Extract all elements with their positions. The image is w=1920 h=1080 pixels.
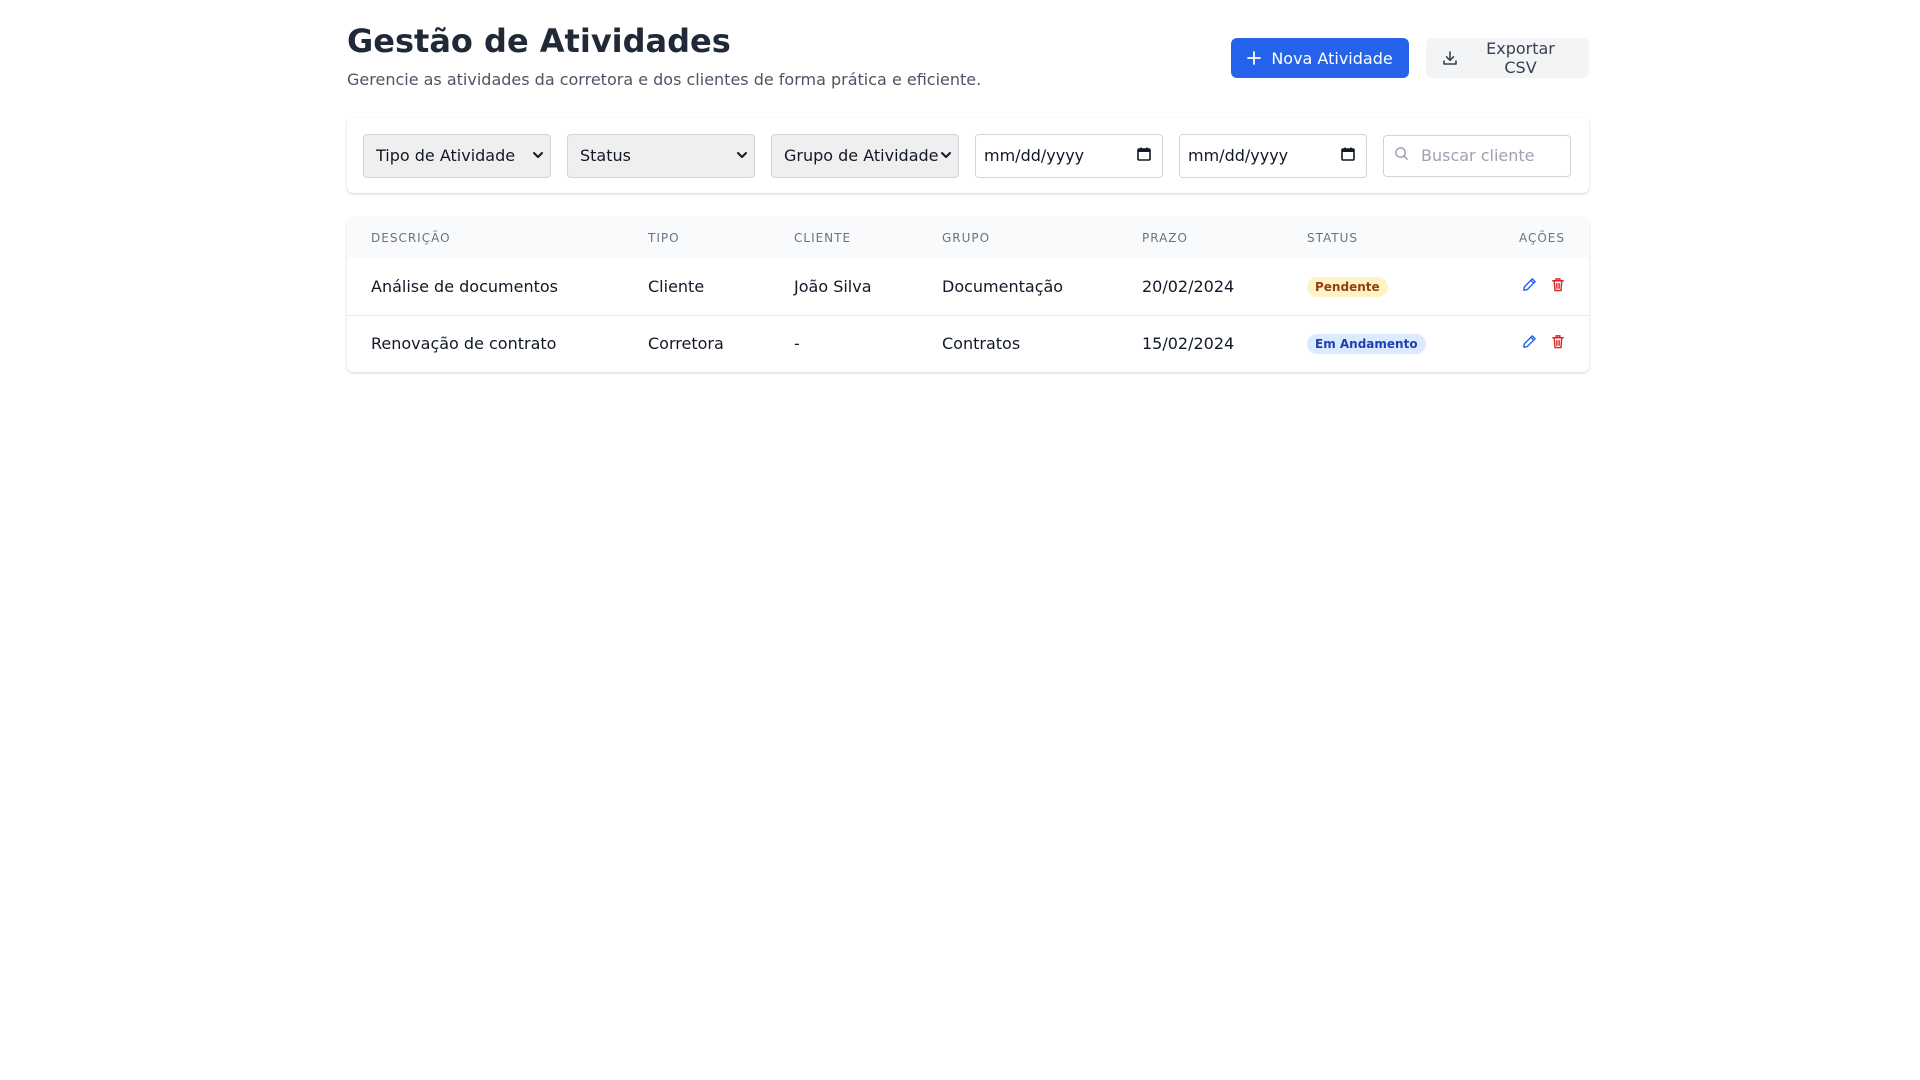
cell-description: Análise de documentos [371, 276, 558, 296]
status-select[interactable]: Status [567, 133, 755, 178]
status-select-value: Status [580, 146, 631, 165]
table-row: Análise de documentos Cliente João Silva… [347, 258, 1589, 315]
cell-status: Em Andamento [1283, 314, 1457, 372]
client-search-field[interactable] [1383, 134, 1571, 177]
cell-actions [1457, 258, 1589, 315]
calendar-icon[interactable] [1340, 146, 1356, 166]
cell-group: Contratos [918, 314, 1118, 372]
column-header-status: STATUS [1307, 231, 1359, 245]
status-badge: Em Andamento [1307, 334, 1426, 355]
pencil-icon[interactable] [1522, 277, 1537, 292]
activity-group-select[interactable]: Grupo de Atividade [771, 133, 959, 178]
column-header-type: TIPO [648, 231, 680, 245]
table-header-row: DESCRIÇÃO TIPO CLIENTE GRUPO PRAZO STATU… [347, 218, 1589, 258]
row-actions [1522, 277, 1565, 292]
download-icon [1442, 50, 1458, 66]
column-header-client: CLIENTE [794, 231, 852, 245]
date-from-value: mm/dd/yyyy [984, 146, 1085, 165]
row-actions [1522, 334, 1565, 349]
cell-status: Pendente [1283, 258, 1457, 315]
cell-description: Renovação de contrato [347, 314, 624, 372]
cell-deadline: 15/02/2024 [1118, 314, 1283, 372]
date-to-value: mm/dd/yyyy [1188, 146, 1289, 165]
activities-table-card: DESCRIÇÃO TIPO CLIENTE GRUPO PRAZO STATU… [347, 218, 1589, 372]
cell-type: Corretora [624, 314, 770, 372]
cell-client: - [770, 314, 918, 372]
page-subtitle: Gerencie as atividades da corretora e do… [347, 70, 982, 89]
chevron-down-icon [532, 146, 544, 165]
filters-bar: Tipo de Atividade Status Grupo de Ativid… [347, 118, 1589, 193]
column-header-description: DESCRIÇÃO [371, 231, 451, 245]
trash-icon[interactable] [1551, 334, 1565, 349]
activity-type-select[interactable]: Tipo de Atividade [363, 133, 551, 178]
chevron-down-icon [736, 146, 748, 165]
cell-client: João Silva [794, 276, 872, 296]
new-activity-button[interactable]: Nova Atividade [1231, 38, 1409, 78]
column-header-group: GRUPO [942, 231, 991, 245]
calendar-icon[interactable] [1136, 146, 1152, 166]
column-header-deadline: PRAZO [1142, 231, 1188, 245]
new-activity-label: Nova Atividade [1271, 48, 1393, 68]
cell-actions [1457, 314, 1589, 372]
search-icon [1394, 146, 1409, 165]
header-actions: Nova Atividade Exportar CSV [1231, 38, 1589, 78]
plus-icon [1247, 51, 1262, 65]
status-badge: Pendente [1307, 276, 1388, 297]
cell-type: Cliente [648, 276, 705, 296]
export-csv-label: Exportar CSV [1486, 39, 1555, 77]
table-row: Renovação de contrato Corretora - Contra… [347, 314, 1589, 372]
activities-table: DESCRIÇÃO TIPO CLIENTE GRUPO PRAZO STATU… [347, 218, 1589, 372]
activity-group-select-value: Grupo de Atividade [784, 146, 939, 165]
page-title: Gestão de Atividades [347, 22, 731, 60]
cell-deadline: 20/02/2024 [1142, 276, 1235, 296]
activity-type-select-value: Tipo de Atividade [376, 146, 516, 165]
cell-group: Documentação [942, 276, 1064, 296]
export-csv-button[interactable]: Exportar CSV [1426, 38, 1589, 78]
date-to-input[interactable]: mm/dd/yyyy [1179, 133, 1367, 178]
page-container: Gestão de Atividades Gerencie as ativida… [347, 0, 1589, 372]
page-header: Gestão de Atividades Gerencie as ativida… [347, 0, 1589, 118]
chevron-down-icon [940, 146, 952, 165]
trash-icon[interactable] [1551, 277, 1565, 292]
column-header-actions: AÇÕES [1518, 231, 1565, 245]
client-search-input[interactable] [1419, 145, 1563, 166]
pencil-icon[interactable] [1522, 334, 1537, 349]
date-from-input[interactable]: mm/dd/yyyy [975, 133, 1163, 178]
